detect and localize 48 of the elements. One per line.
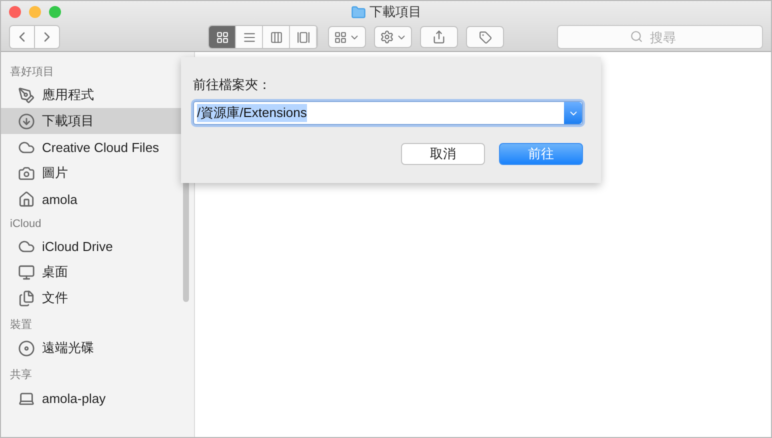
folder-icon [350,4,366,20]
view-mode-button[interactable] [290,26,317,48]
grid-icon [216,30,228,44]
view-mode-button[interactable] [236,26,263,48]
sidebar-item[interactable]: 遠端光碟 [1,335,182,361]
settings-button[interactable] [374,26,412,48]
sidebar-item[interactable]: 文件 [1,285,182,311]
search-field[interactable]: 搜尋 [557,25,763,49]
sidebar-heading: 共享 [9,368,33,383]
sidebar-item[interactable]: 應用程式 [1,82,182,108]
tag-button[interactable] [466,26,504,48]
sidebar-heading: 喜好項目 [9,65,55,80]
back-button[interactable] [10,26,35,48]
monitor-icon [18,264,35,280]
arrange-button[interactable] [328,26,366,48]
path-field[interactable]: /資源庫/Extensions [193,101,583,125]
view-mode-button[interactable] [209,26,236,48]
search-icon [630,30,643,43]
tag-icon [478,30,492,44]
camera-icon [18,164,35,182]
sidebar-heading: iCloud [9,217,42,232]
disc-icon [18,340,35,356]
grid-icon [334,30,347,44]
sidebar-item[interactable]: 圖片 [1,160,182,186]
gallery-icon [296,30,310,44]
share-button[interactable] [420,26,458,48]
share-icon [432,30,446,44]
sidebar-heading: 裝置 [9,318,33,333]
view-mode-button[interactable] [263,26,290,48]
documents-icon [18,290,35,306]
sidebar-item[interactable]: Creative Cloud Files [1,134,182,160]
download-icon [18,112,35,130]
forward-button[interactable] [35,26,59,48]
list-icon [242,30,256,44]
house-icon [18,190,35,208]
sidebar-item[interactable]: amola [1,186,182,212]
close-button[interactable] [9,6,21,18]
pen-tool-icon [18,86,35,104]
window-title: 下載項目 [370,3,422,21]
columns-icon [270,30,282,44]
sidebar-item[interactable]: amola-play [1,385,182,411]
sidebar-item[interactable]: 桌面 [1,259,182,285]
sidebar-item[interactable]: iCloud Drive [1,233,182,259]
dialog-label: 前往檔案夾： [193,76,272,94]
dropdown-button[interactable] [564,102,582,124]
dialog-button[interactable]: 取消 [401,143,485,165]
settings-icon [380,30,394,44]
sidebar-item[interactable]: 下載項目 [1,108,182,134]
